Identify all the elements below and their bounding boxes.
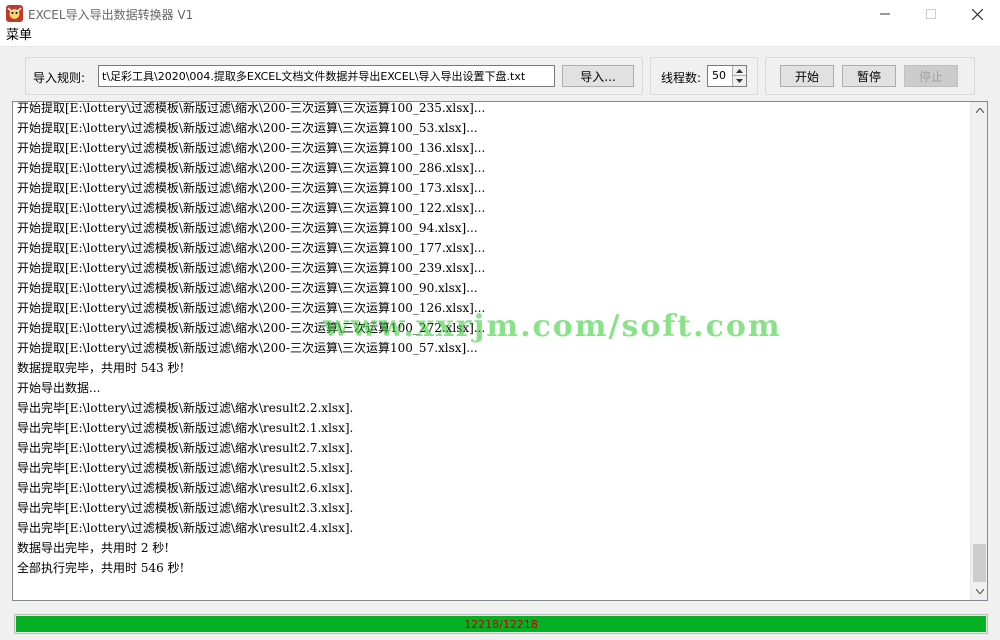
threads-label: 线程数: — [661, 71, 702, 85]
log-line: 开始提取[E:\lottery\过滤模板\新版过滤\缩水\200-三次运算\三次… — [17, 141, 486, 155]
chevron-up-icon — [975, 108, 984, 113]
import-button[interactable]: 导入... — [562, 65, 634, 87]
scroll-thumb[interactable] — [973, 544, 986, 582]
scroll-down-button[interactable] — [971, 583, 987, 600]
close-icon — [971, 8, 983, 20]
log-line: 开始提取[E:\lottery\过滤模板\新版过滤\缩水\200-三次运算\三次… — [17, 161, 486, 175]
log-line: 开始提取[E:\lottery\过滤模板\新版过滤\缩水\200-三次运算\三次… — [17, 341, 478, 355]
log-line: 导出完毕[E:\lottery\过滤模板\新版过滤\缩水\result2.5.x… — [17, 461, 354, 475]
log-line: 开始提取[E:\lottery\过滤模板\新版过滤\缩水\200-三次运算\三次… — [17, 241, 486, 255]
log-line: 开始提取[E:\lottery\过滤模板\新版过滤\缩水\200-三次运算\三次… — [17, 201, 486, 215]
progress-bar: 12218/12218 — [14, 614, 988, 634]
maximize-icon — [926, 9, 936, 19]
log-line: 导出完毕[E:\lottery\过滤模板\新版过滤\缩水\result2.2.x… — [17, 401, 354, 415]
stop-button[interactable]: 停止 — [904, 65, 958, 87]
threads-increment-button[interactable] — [732, 66, 746, 76]
app-icon — [6, 5, 23, 22]
window-title: EXCEL导入导出数据转换器 V1 — [28, 8, 194, 22]
log-line: 开始提取[E:\lottery\过滤模板\新版过滤\缩水\200-三次运算\三次… — [17, 101, 486, 115]
progress-text: 12218/12218 — [464, 618, 538, 631]
title-bar: EXCEL导入导出数据转换器 V1 — [0, 0, 1000, 28]
log-line: 导出完毕[E:\lottery\过滤模板\新版过滤\缩水\result2.6.x… — [17, 481, 354, 495]
log-line: 开始导出数据... — [17, 381, 101, 395]
threads-stepper[interactable]: 50 — [707, 65, 747, 87]
log-line: 开始提取[E:\lottery\过滤模板\新版过滤\缩水\200-三次运算\三次… — [17, 181, 486, 195]
log-output[interactable]: 开始提取[E:\lottery\过滤模板\新版过滤\缩水\200-三次运算\三次… — [12, 101, 988, 601]
log-line: 导出完毕[E:\lottery\过滤模板\新版过滤\缩水\result2.4.x… — [17, 521, 354, 535]
log-line: 数据提取完毕，共用时 543 秒! — [17, 361, 185, 375]
main-panel: 导入规则: t\足彩工具\2020\004.提取多EXCEL文档文件数据并导出E… — [0, 46, 1000, 640]
log-line: 导出完毕[E:\lottery\过滤模板\新版过滤\缩水\result2.3.x… — [17, 501, 354, 515]
maximize-button[interactable] — [908, 0, 954, 28]
log-line: 开始提取[E:\lottery\过滤模板\新版过滤\缩水\200-三次运算\三次… — [17, 121, 478, 135]
threads-decrement-button[interactable] — [732, 76, 746, 86]
chevron-down-icon — [736, 79, 743, 83]
log-line: 开始提取[E:\lottery\过滤模板\新版过滤\缩水\200-三次运算\三次… — [17, 281, 478, 295]
log-scrollbar[interactable] — [970, 102, 987, 600]
log-line: 开始提取[E:\lottery\过滤模板\新版过滤\缩水\200-三次运算\三次… — [17, 261, 486, 275]
log-line: 全部执行完毕，共用时 546 秒! — [17, 561, 185, 575]
scroll-up-button[interactable] — [971, 102, 987, 119]
pause-button[interactable]: 暂停 — [842, 65, 896, 87]
close-button[interactable] — [954, 0, 1000, 28]
log-lines: 开始提取[E:\lottery\过滤模板\新版过滤\缩水\200-三次运算\三次… — [17, 101, 969, 578]
threads-value: 50 — [712, 69, 726, 82]
log-line: 导出完毕[E:\lottery\过滤模板\新版过滤\缩水\result2.7.x… — [17, 441, 354, 455]
log-line: 开始提取[E:\lottery\过滤模板\新版过滤\缩水\200-三次运算\三次… — [17, 301, 486, 315]
chevron-up-icon — [736, 68, 743, 73]
log-line: 开始提取[E:\lottery\过滤模板\新版过滤\缩水\200-三次运算\三次… — [17, 321, 486, 335]
start-button[interactable]: 开始 — [780, 65, 834, 87]
chevron-down-icon — [975, 589, 984, 594]
menu-bar: 菜单 — [0, 28, 1000, 46]
minimize-icon — [880, 13, 890, 15]
log-line: 导出完毕[E:\lottery\过滤模板\新版过滤\缩水\result2.1.x… — [17, 421, 354, 435]
log-line: 开始提取[E:\lottery\过滤模板\新版过滤\缩水\200-三次运算\三次… — [17, 221, 478, 235]
rules-label: 导入规则: — [33, 71, 86, 85]
log-line: 数据导出完毕，共用时 2 秒! — [17, 541, 170, 555]
rules-path-field[interactable]: t\足彩工具\2020\004.提取多EXCEL文档文件数据并导出EXCEL\导… — [98, 65, 555, 87]
menu-item-main[interactable]: 菜单 — [6, 28, 32, 44]
minimize-button[interactable] — [862, 0, 908, 28]
